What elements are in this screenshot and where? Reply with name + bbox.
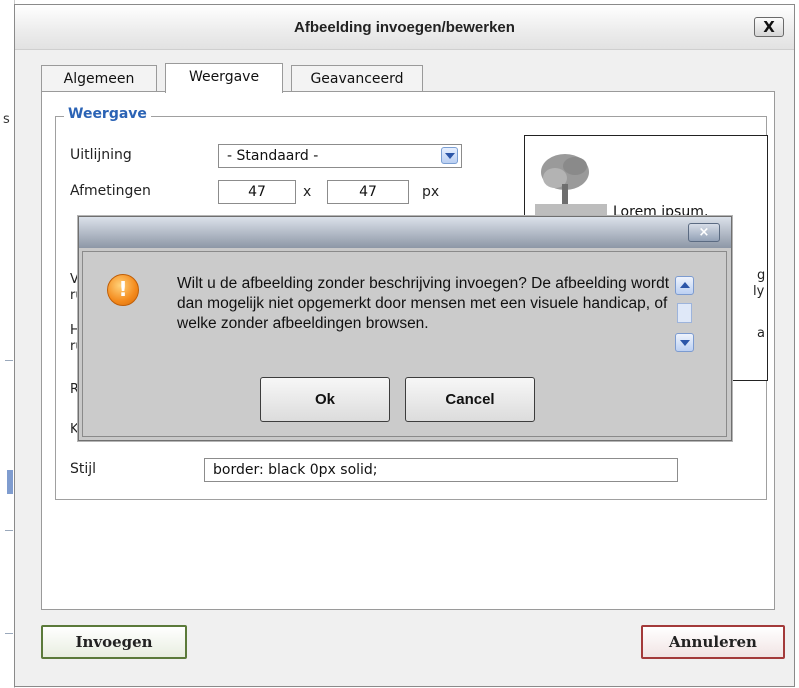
cancel-dialog-button[interactable]: Annuleren [641,625,785,659]
modal-body: ! Wilt u de afbeelding zonder beschrijvi… [82,251,727,437]
fieldset-legend: Weergave [64,106,151,122]
height-input[interactable]: 47 [327,180,409,204]
background-divider [5,360,13,361]
ok-button[interactable]: Ok [260,377,390,422]
dialog-titlebar[interactable]: Afbeelding invoegen/bewerken X [15,5,794,50]
scroll-thumb[interactable] [677,303,692,323]
tab-algemeen[interactable]: Algemeen [41,65,157,93]
modal-cancel-button[interactable]: Cancel [405,377,535,422]
alignment-label: Uitlijning [70,147,132,163]
tree-image-icon [535,150,607,216]
background-divider [5,633,13,634]
scroll-up-button[interactable] [675,276,694,295]
alignment-value: - Standaard - [227,148,319,164]
preview-text-fragment: a [757,326,765,341]
background-highlight [7,470,13,494]
background-divider [5,530,13,531]
width-input[interactable]: 47 [218,180,296,204]
chevron-down-icon [680,340,690,346]
tab-weergave[interactable]: Weergave [165,63,283,93]
style-input[interactable]: border: black 0px solid; [204,458,678,482]
confirm-modal: × ! Wilt u de afbeelding zonder beschrij… [78,216,732,441]
dialog-close-button[interactable]: X [754,17,784,37]
preview-text-fragment: ly [753,284,765,299]
warning-icon: ! [107,274,139,306]
message-scrollbar[interactable] [675,276,694,352]
dimension-separator: x [303,184,312,200]
insert-button[interactable]: Invoegen [41,625,187,659]
modal-message: Wilt u de afbeelding zonder beschrijving… [177,275,670,332]
chevron-up-icon [680,282,690,288]
background-page-char: s [3,112,10,127]
scroll-down-button[interactable] [675,333,694,352]
tab-geavanceerd[interactable]: Geavanceerd [291,65,423,93]
style-label: Stijl [70,461,97,477]
modal-close-button[interactable]: × [688,223,720,242]
dimensions-label: Afmetingen [70,183,151,199]
chevron-down-icon[interactable] [441,147,458,164]
alignment-select[interactable]: - Standaard - [218,144,462,168]
modal-titlebar[interactable]: × [79,217,731,248]
preview-text-fragment: g [757,268,766,283]
background-page-edge: s [0,0,15,688]
unit-label: px [422,184,440,200]
dialog-title: Afbeelding invoegen/bewerken [294,19,515,36]
